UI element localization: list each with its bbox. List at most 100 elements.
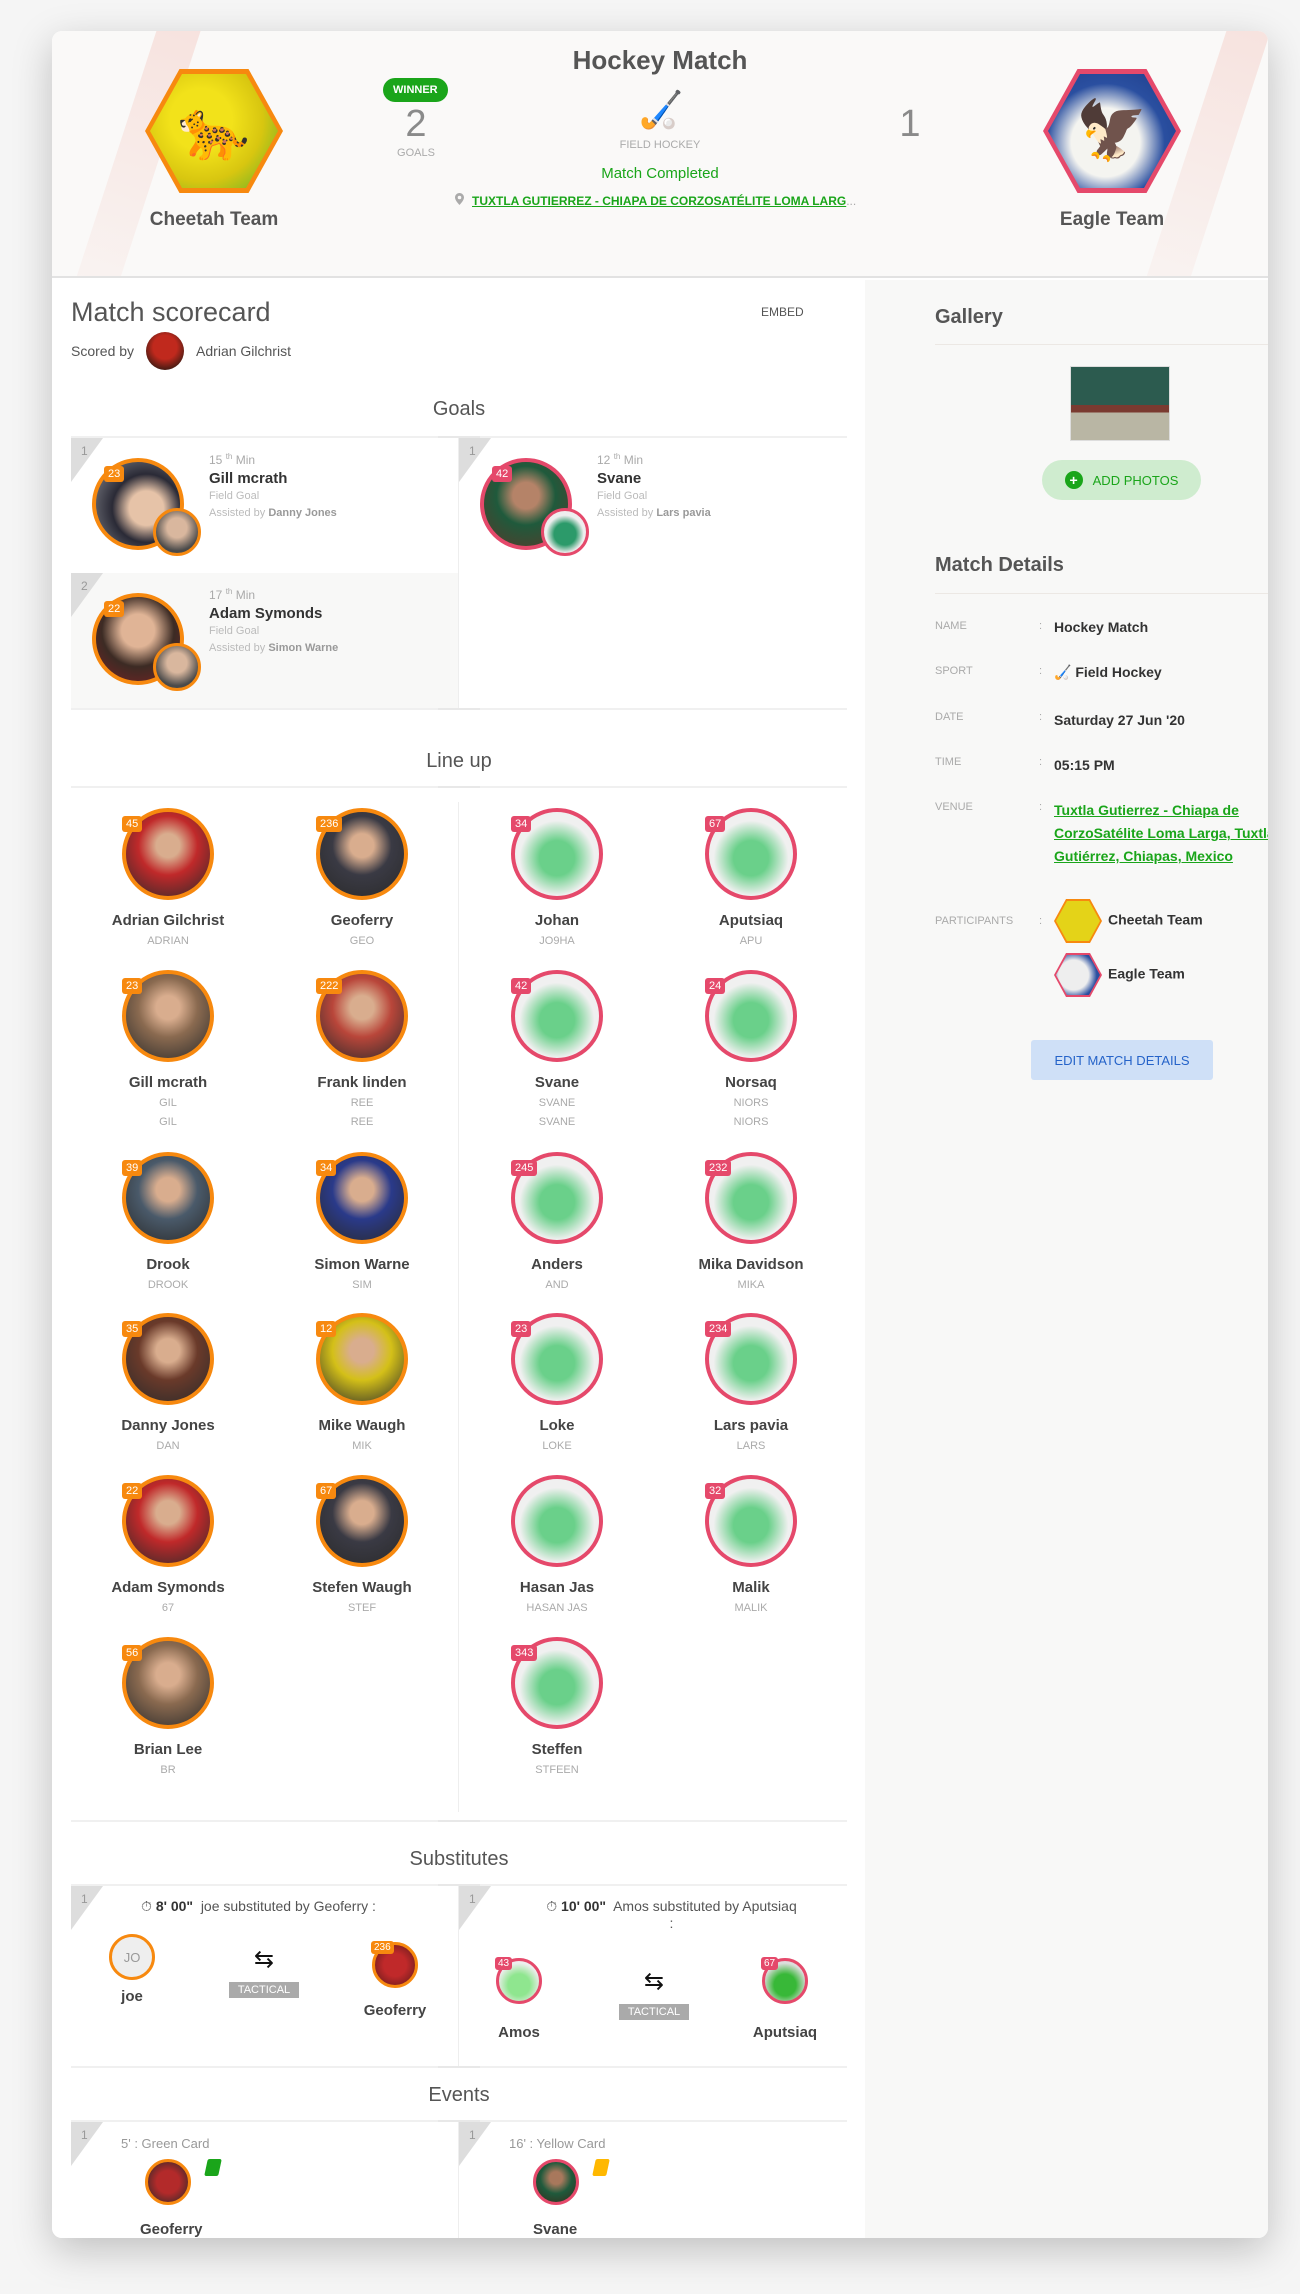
player-avatar[interactable]: 32 [705,1475,797,1567]
assist-name[interactable]: Simon Warne [268,642,338,654]
lineup-player[interactable]: 42 Svane SVANE SVANE [472,970,642,1132]
player-out-name[interactable]: Amos [474,2024,564,2041]
assist-name[interactable]: Lars pavia [656,507,710,519]
assist-name[interactable]: Danny Jones [268,507,336,519]
player-in-avatar[interactable]: 236 [371,1941,418,1988]
lineup-player[interactable]: 343 Steffen STFEEN [472,1637,642,1780]
player-out-name[interactable]: joe [87,1988,177,2005]
player-out-avatar[interactable]: 43 [495,1957,542,2004]
player-name[interactable]: Malik [666,1579,836,1596]
event-player-avatar[interactable] [145,2159,191,2205]
goal-item[interactable]: 1 23 15 th Min Gill mcrath Field Goal As… [71,438,459,573]
lineup-player[interactable]: 45 Adrian Gilchrist ADRIAN [83,808,253,951]
lineup-player[interactable]: Hasan Jas HASAN JAS [472,1475,642,1618]
player-name[interactable]: Geoferry [277,912,447,929]
player-avatar[interactable]: 45 [122,808,214,900]
lineup-player[interactable]: 67 Aputsiaq APU [666,808,836,951]
player-avatar[interactable]: 42 [511,970,603,1062]
player-out-avatar[interactable]: JO [109,1934,155,1980]
lineup-player[interactable]: 35 Danny Jones DAN [83,1313,253,1456]
player-avatar[interactable]: 222 [316,970,408,1062]
player-name[interactable]: Aputsiaq [666,912,836,929]
away-team-name[interactable]: Eagle Team [1032,209,1192,231]
goal-item[interactable]: 1 42 12 th Min Svane Field Goal Assisted… [459,438,847,708]
player-name[interactable]: Norsaq [666,1074,836,1091]
participant-item[interactable]: Eagle Team [1054,953,1268,997]
add-photos-button[interactable]: + ADD PHOTOS [1042,460,1201,500]
goal-scorer-name[interactable]: Gill mcrath [209,470,287,487]
lineup-player[interactable]: 34 Johan JO9HA [472,808,642,951]
participant-name[interactable]: Cheetah Team [1108,912,1203,928]
player-name[interactable]: Lars pavia [666,1417,836,1434]
player-name[interactable]: Loke [472,1417,642,1434]
player-avatar[interactable]: 34 [511,808,603,900]
player-in-name[interactable]: Aputsiaq [740,2024,830,2041]
player-avatar[interactable]: 245 [511,1152,603,1244]
lineup-player[interactable]: 232 Mika Davidson MIKA [666,1152,836,1295]
venue-link[interactable]: Tuxtla Gutierrez - Chiapa de CorzoSatéli… [1054,802,1268,864]
goal-scorer-name[interactable]: Adam Symonds [209,605,322,622]
assist-avatar[interactable] [153,643,201,691]
lineup-player[interactable]: 222 Frank linden REE REE [277,970,447,1132]
lineup-player[interactable]: 23 Gill mcrath GIL GIL [83,970,253,1132]
player-avatar[interactable]: 232 [705,1152,797,1244]
player-avatar[interactable]: 343 [511,1637,603,1729]
lineup-player[interactable]: 245 Anders AND [472,1152,642,1295]
participant-item[interactable]: Cheetah Team [1054,899,1268,943]
player-avatar[interactable]: 24 [705,970,797,1062]
event-player-name[interactable]: Geoferry [140,2221,203,2238]
player-name[interactable]: Steffen [472,1741,642,1758]
player-name[interactable]: Adrian Gilchrist [83,912,253,929]
lineup-player[interactable]: 67 Stefen Waugh STEF [277,1475,447,1618]
edit-match-details-button[interactable]: EDIT MATCH DETAILS [1031,1040,1213,1080]
player-in-avatar[interactable]: 67 [761,1957,808,2004]
player-name[interactable]: Mike Waugh [277,1417,447,1434]
lineup-player[interactable]: 22 Adam Symonds 67 [83,1475,253,1618]
player-name[interactable]: Danny Jones [83,1417,253,1434]
lineup-player[interactable]: 39 Drook DROOK [83,1152,253,1295]
player-name[interactable]: Svane [472,1074,642,1091]
player-avatar[interactable] [511,1475,603,1567]
player-avatar[interactable]: 56 [122,1637,214,1729]
player-avatar[interactable]: 12 [316,1313,408,1405]
venue-link[interactable]: TUXTLA GUTIERREZ - CHIAPA DE CORZOSATÉLI… [472,194,846,208]
player-in-name[interactable]: Geoferry [350,2002,440,2019]
gallery-photo[interactable] [1070,366,1170,441]
lineup-player[interactable]: 56 Brian Lee BR [83,1637,253,1780]
scorer-name[interactable]: Adrian Gilchrist [196,343,291,359]
participant-name[interactable]: Eagle Team [1108,966,1185,982]
lineup-player[interactable]: 234 Lars pavia LARS [666,1313,836,1456]
player-avatar[interactable]: 236 [316,808,408,900]
player-avatar[interactable]: 67 [705,808,797,900]
event-player-name[interactable]: Svane [533,2221,577,2238]
player-name[interactable]: Frank linden [277,1074,447,1091]
goal-scorer-name[interactable]: Svane [597,470,641,487]
lineup-player[interactable]: 34 Simon Warne SIM [277,1152,447,1295]
player-name[interactable]: Stefen Waugh [277,1579,447,1596]
player-avatar[interactable]: 234 [705,1313,797,1405]
player-name[interactable]: Anders [472,1256,642,1273]
player-avatar[interactable]: 67 [316,1475,408,1567]
player-name[interactable]: Simon Warne [277,1256,447,1273]
home-team-name[interactable]: Cheetah Team [134,209,294,231]
lineup-player[interactable]: 24 Norsaq NIORS NIORS [666,970,836,1132]
scorer-avatar[interactable] [146,332,185,370]
lineup-player[interactable]: 236 Geoferry GEO [277,808,447,951]
player-name[interactable]: Brian Lee [83,1741,253,1758]
player-name[interactable]: Hasan Jas [472,1579,642,1596]
player-avatar[interactable]: 23 [511,1313,603,1405]
assist-avatar[interactable] [541,508,589,556]
lineup-player[interactable]: 32 Malik MALIK [666,1475,836,1618]
player-name[interactable]: Gill mcrath [83,1074,253,1091]
player-avatar[interactable]: 23 [122,970,214,1062]
player-avatar[interactable]: 34 [316,1152,408,1244]
assist-avatar[interactable] [153,508,201,556]
player-avatar[interactable]: 39 [122,1152,214,1244]
event-player-avatar[interactable] [533,2159,579,2205]
lineup-player[interactable]: 12 Mike Waugh MIK [277,1313,447,1456]
player-avatar[interactable]: 35 [122,1313,214,1405]
player-name[interactable]: Adam Symonds [83,1579,253,1596]
player-avatar[interactable]: 22 [122,1475,214,1567]
lineup-player[interactable]: 23 Loke LOKE [472,1313,642,1456]
player-name[interactable]: Drook [83,1256,253,1273]
